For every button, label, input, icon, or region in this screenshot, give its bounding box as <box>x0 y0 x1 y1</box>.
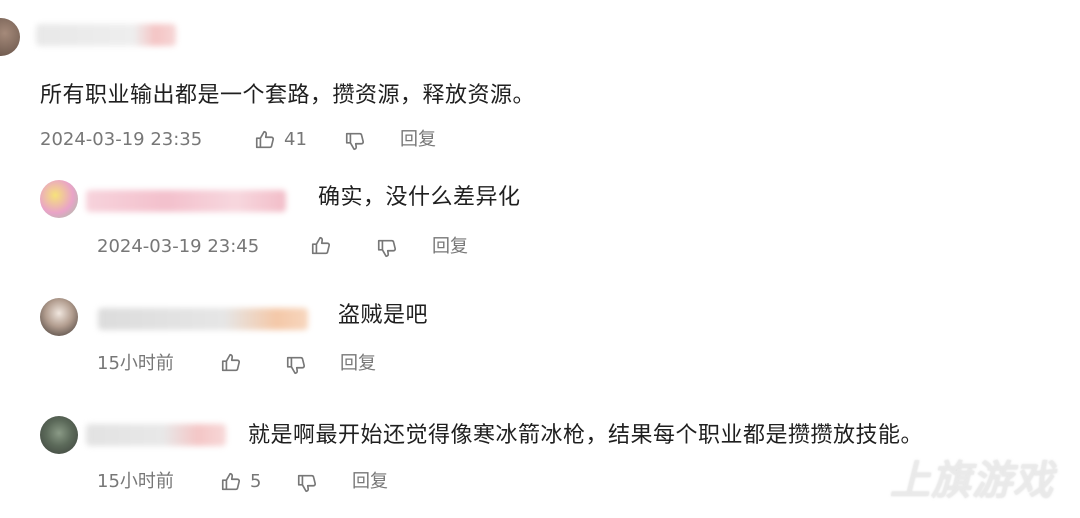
thumbs-up-icon <box>311 236 331 255</box>
like-button[interactable]: 41 <box>254 128 307 152</box>
username-blurred[interactable] <box>98 308 308 330</box>
like-button[interactable] <box>310 235 340 257</box>
reply-button[interactable]: 回复 <box>400 128 436 152</box>
thumbs-down-icon <box>345 132 365 151</box>
dislike-button[interactable] <box>376 237 398 259</box>
username-blurred[interactable] <box>36 24 176 46</box>
watermark: 上旗游戏 <box>890 458 1054 504</box>
comment-timestamp: 15小时前 <box>97 471 174 492</box>
thumbs-up-icon <box>255 130 275 149</box>
comment-timestamp: 2024-03-19 23:35 <box>40 129 203 150</box>
reply-button[interactable]: 回复 <box>340 352 376 376</box>
avatar[interactable] <box>40 298 78 336</box>
comment-timestamp: 2024-03-19 23:45 <box>97 236 260 257</box>
like-count: 5 <box>250 471 262 492</box>
like-count: 41 <box>284 129 307 150</box>
comment-text: 所有职业输出都是一个套路，攒资源，释放资源。 <box>40 83 536 108</box>
username-blurred[interactable] <box>86 424 226 446</box>
like-button[interactable] <box>220 352 250 374</box>
dislike-button[interactable] <box>296 472 318 494</box>
avatar[interactable] <box>40 416 78 454</box>
comment-timestamp: 15小时前 <box>97 353 174 374</box>
reply-button[interactable]: 回复 <box>432 235 468 259</box>
comment-text: 就是啊最开始还觉得像寒冰箭冰枪，结果每个职业都是攒攒放技能。 <box>248 423 924 448</box>
thumbs-down-icon <box>286 356 306 375</box>
thumbs-up-icon <box>221 353 241 372</box>
thumbs-down-icon <box>377 239 397 258</box>
avatar[interactable] <box>40 180 78 218</box>
username-blurred[interactable] <box>86 190 286 212</box>
thumbs-up-icon <box>221 472 241 491</box>
comment-text: 盗贼是吧 <box>338 303 429 328</box>
thumbs-down-icon <box>297 474 317 493</box>
dislike-button[interactable] <box>344 130 366 152</box>
comment-text: 确实，没什么差异化 <box>318 185 521 210</box>
reply-button[interactable]: 回复 <box>352 470 388 494</box>
avatar[interactable] <box>0 18 20 56</box>
like-button[interactable]: 5 <box>220 470 261 494</box>
dislike-button[interactable] <box>285 354 307 376</box>
